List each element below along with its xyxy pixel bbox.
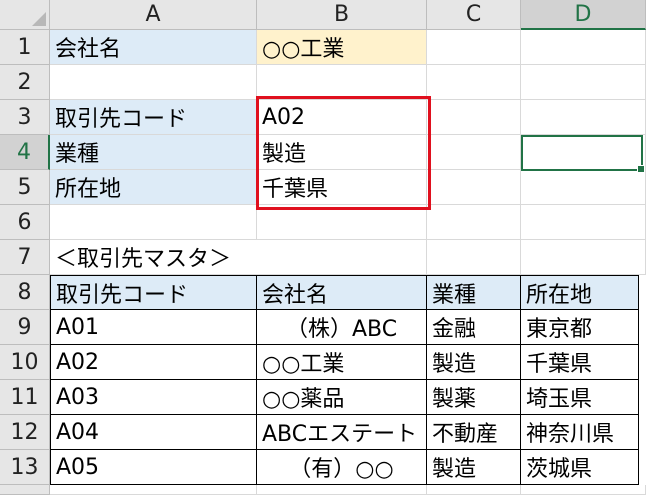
row-header-4[interactable]: 4	[0, 135, 50, 170]
row-header-9[interactable]: 9	[0, 310, 50, 345]
master-row-3-company[interactable]: ○○薬品	[257, 380, 427, 415]
cell-b5-location-value[interactable]: 千葉県	[257, 170, 427, 205]
cell-a14[interactable]	[50, 485, 257, 495]
column-header-d[interactable]: D	[521, 0, 646, 30]
master-row-2-location[interactable]: 千葉県	[521, 345, 639, 380]
row-header-3[interactable]: 3	[0, 100, 50, 135]
fill-handle[interactable]	[637, 165, 645, 173]
select-all-button[interactable]	[0, 0, 50, 30]
cell-b2[interactable]	[257, 65, 427, 100]
cell-a7-master-title[interactable]: ＜取引先マスタ＞	[50, 240, 257, 275]
row-header-10[interactable]: 10	[0, 345, 50, 380]
cell-a4-industry-label[interactable]: 業種	[50, 135, 257, 170]
cell-d1[interactable]	[521, 30, 646, 65]
master-row-1-company[interactable]: （株）ABC	[257, 310, 427, 345]
cell-d3[interactable]	[521, 100, 646, 135]
master-row-5-company[interactable]: （有）○○	[257, 450, 427, 485]
cell-a1-company-label[interactable]: 会社名	[50, 30, 257, 65]
row-header-13[interactable]: 13	[0, 450, 50, 485]
row-header-12[interactable]: 12	[0, 415, 50, 450]
cell-d2[interactable]	[521, 65, 646, 100]
master-row-1-location[interactable]: 東京都	[521, 310, 639, 345]
master-row-2-company[interactable]: ○○工業	[257, 345, 427, 380]
cell-c5[interactable]	[427, 170, 521, 205]
cell-d7[interactable]	[521, 240, 646, 275]
cell-b1-company-value[interactable]: ○○工業	[257, 30, 427, 65]
master-row-5-location[interactable]: 茨城県	[521, 450, 639, 485]
master-row-3-code[interactable]: A03	[50, 380, 257, 415]
master-header-industry[interactable]: 業種	[427, 275, 521, 310]
grid-edge-filler	[639, 275, 646, 485]
master-row-4-location[interactable]: 神奈川県	[521, 415, 639, 450]
cell-c14[interactable]	[427, 485, 521, 495]
cell-b7[interactable]	[257, 240, 427, 275]
row-header-14[interactable]	[0, 485, 50, 495]
column-header-a[interactable]: A	[50, 0, 257, 30]
master-header-code[interactable]: 取引先コード	[50, 275, 257, 310]
cell-c1[interactable]	[427, 30, 521, 65]
row-header-8[interactable]: 8	[0, 275, 50, 310]
spreadsheet-grid: A B C D 1 2 3 4 5 6 7 8 9 10 11 12 13 会社…	[0, 0, 646, 495]
cell-d14[interactable]	[521, 485, 646, 495]
master-row-4-company[interactable]: ABCエステート	[257, 415, 427, 450]
row-header-5[interactable]: 5	[0, 170, 50, 205]
cell-c4[interactable]	[427, 135, 521, 170]
master-header-company[interactable]: 会社名	[257, 275, 427, 310]
master-row-5-industry[interactable]: 製造	[427, 450, 521, 485]
active-cell-selection[interactable]	[521, 135, 645, 173]
master-row-4-industry[interactable]: 不動産	[427, 415, 521, 450]
cell-b14[interactable]	[257, 485, 427, 495]
column-header-c[interactable]: C	[427, 0, 521, 30]
cell-a3-code-label[interactable]: 取引先コード	[50, 100, 257, 135]
select-all-triangle-icon	[32, 12, 46, 26]
master-row-5-code[interactable]: A05	[50, 450, 257, 485]
cell-c2[interactable]	[427, 65, 521, 100]
cell-a2[interactable]	[50, 65, 257, 100]
row-header-7[interactable]: 7	[0, 240, 50, 275]
master-row-1-industry[interactable]: 金融	[427, 310, 521, 345]
cell-c3[interactable]	[427, 100, 521, 135]
cell-a6[interactable]	[50, 205, 257, 240]
cell-d5[interactable]	[521, 170, 646, 205]
row-header-11[interactable]: 11	[0, 380, 50, 415]
master-row-2-code[interactable]: A02	[50, 345, 257, 380]
column-header-b[interactable]: B	[257, 0, 427, 30]
cell-b6[interactable]	[257, 205, 427, 240]
cell-c6[interactable]	[427, 205, 521, 240]
row-header-2[interactable]: 2	[0, 65, 50, 100]
row-header-1[interactable]: 1	[0, 30, 50, 65]
cell-c7[interactable]	[427, 240, 521, 275]
cell-d6[interactable]	[521, 205, 646, 240]
cell-a5-location-label[interactable]: 所在地	[50, 170, 257, 205]
cell-b3-code-value[interactable]: A02	[257, 100, 427, 135]
master-row-3-industry[interactable]: 製薬	[427, 380, 521, 415]
cell-b4-industry-value[interactable]: 製造	[257, 135, 427, 170]
master-row-3-location[interactable]: 埼玉県	[521, 380, 639, 415]
master-row-4-code[interactable]: A04	[50, 415, 257, 450]
master-row-1-code[interactable]: A01	[50, 310, 257, 345]
master-row-2-industry[interactable]: 製造	[427, 345, 521, 380]
master-header-location[interactable]: 所在地	[521, 275, 639, 310]
row-header-6[interactable]: 6	[0, 205, 50, 240]
